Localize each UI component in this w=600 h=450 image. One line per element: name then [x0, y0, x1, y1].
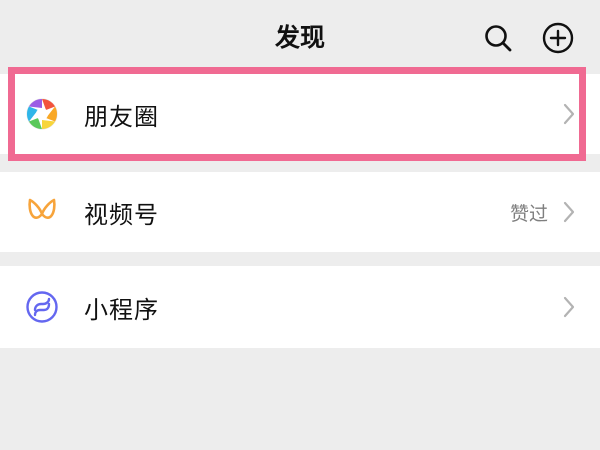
add-button[interactable] [538, 18, 578, 58]
chevron-right-icon [563, 103, 575, 125]
top-bar: 发现 [0, 0, 600, 70]
liked-badge: 赞过 [509, 202, 548, 225]
list-item-channels[interactable]: 视频号 赞过 [0, 172, 600, 252]
list-item-moments[interactable]: 朋友圈 [0, 74, 600, 154]
chevron-right-icon [563, 296, 575, 318]
search-icon [485, 25, 512, 52]
moments-aperture-icon [26, 98, 58, 130]
add-circle-icon [542, 22, 574, 54]
list-item-mini-programs[interactable]: 小程序 [0, 266, 600, 348]
search-button[interactable] [478, 18, 518, 58]
mini-program-icon [26, 291, 58, 323]
chevron-right-icon [563, 201, 575, 223]
list-item-label: 朋友圈 [84, 102, 159, 131]
list-item-label: 视频号 [84, 200, 159, 229]
channels-butterfly-icon [28, 198, 56, 219]
list-item-label: 小程序 [84, 295, 159, 324]
